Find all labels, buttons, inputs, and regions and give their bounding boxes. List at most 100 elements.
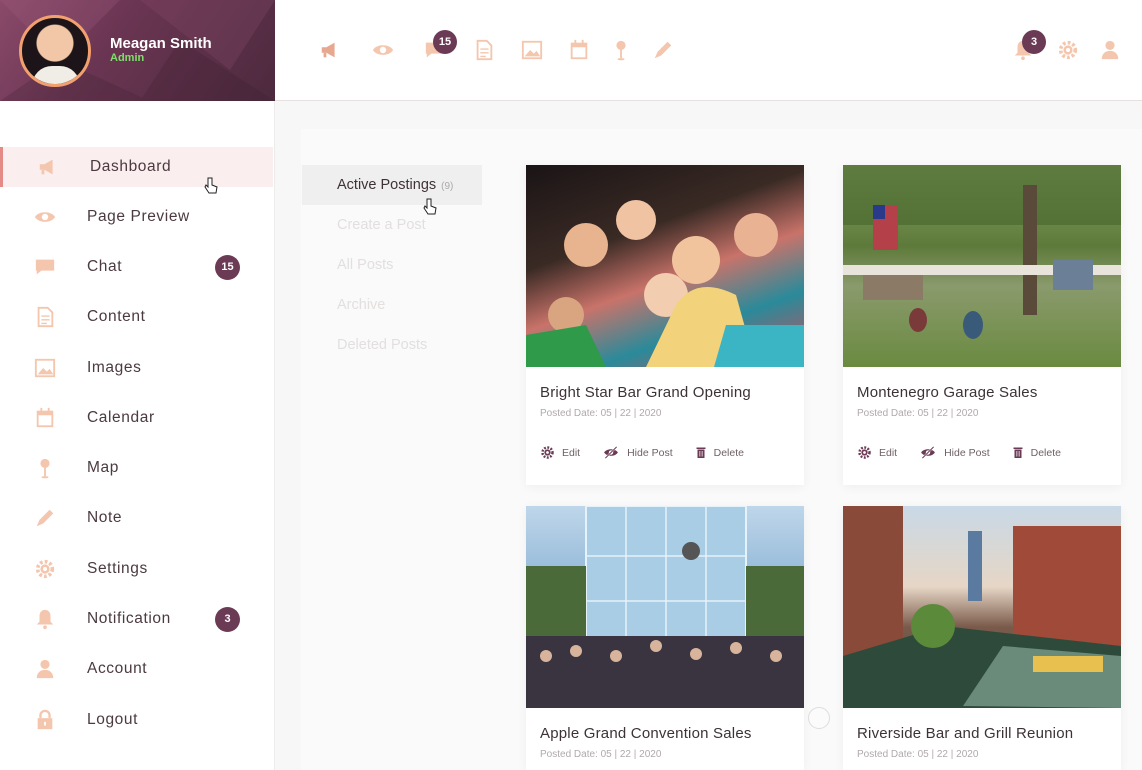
post-image[interactable] [526, 506, 804, 708]
sidebar-item-label: Logout [87, 711, 139, 728]
subnav-count: (9) [441, 180, 454, 192]
sidebar-item-label: Content [87, 308, 146, 325]
calendar-icon[interactable] [567, 38, 591, 62]
profile-role: Admin [110, 52, 145, 64]
map-pin-icon [34, 457, 56, 479]
subnav-label: All Posts [337, 257, 394, 273]
subnav-label: Archive [337, 297, 386, 313]
eye-icon [34, 206, 56, 228]
post-card: Apple Grand Convention Sales Posted Date… [526, 506, 804, 770]
sidebar-item-label: Note [87, 509, 123, 526]
document-icon[interactable] [472, 38, 496, 62]
post-title[interactable]: Montenegro Garage Sales [857, 384, 1038, 401]
subnav-all-posts[interactable]: All Posts [302, 245, 482, 285]
hand-cursor-icon [423, 198, 437, 215]
profile-name: Meagan Smith [110, 35, 212, 52]
post-date: Posted Date: 05 | 22 | 2020 [540, 749, 662, 760]
image-icon [34, 357, 56, 379]
sidebar-item-content[interactable]: Content [0, 297, 273, 337]
edit-label: Edit [879, 446, 898, 459]
map-pin-icon[interactable] [609, 38, 633, 62]
post-image[interactable] [526, 165, 804, 367]
sidebar-item-map[interactable]: Map [0, 448, 273, 488]
sidebar-item-notification[interactable]: Notification 3 [0, 599, 273, 639]
sidebar-item-label: Map [87, 459, 119, 476]
hand-cursor-icon [204, 177, 218, 194]
post-date: Posted Date: 05 | 22 | 2020 [857, 408, 979, 419]
eye-icon[interactable] [371, 38, 395, 62]
riverside-photo [843, 506, 1121, 708]
sidebar-item-logout[interactable]: Logout [0, 700, 273, 740]
post-card: Riverside Bar and Grill Reunion Posted D… [843, 506, 1121, 770]
delete-button[interactable]: Delete [1012, 445, 1061, 460]
trash-icon [696, 447, 706, 458]
hide-post-label: Hide Post [944, 446, 990, 459]
gear-icon[interactable] [1056, 38, 1080, 62]
subnav-active-postings[interactable]: Active Postings (9) [302, 165, 482, 205]
image-icon[interactable] [520, 38, 544, 62]
sidebar-item-chat[interactable]: Chat 15 [0, 247, 273, 287]
edit-button[interactable]: Edit [857, 445, 897, 460]
sidebar-item-note[interactable]: Note [0, 498, 273, 538]
subnav-deleted-posts[interactable]: Deleted Posts [302, 325, 482, 365]
bell-icon [34, 608, 56, 630]
document-icon [34, 306, 56, 328]
pencil-icon [34, 507, 56, 529]
hide-post-button[interactable]: Hide Post [602, 445, 673, 460]
user-icon[interactable] [1098, 38, 1122, 62]
post-image[interactable] [843, 506, 1121, 708]
gear-icon [858, 446, 871, 459]
subnav-create-post[interactable]: Create a Post [302, 205, 482, 245]
megaphone-icon[interactable] [318, 38, 342, 62]
user-icon [34, 658, 56, 680]
garage-sale-photo [843, 165, 1121, 339]
notification-badge: 3 [215, 606, 240, 632]
sidebar-item-label: Calendar [87, 409, 155, 426]
megaphone-icon [37, 156, 59, 178]
avatar[interactable] [19, 15, 91, 87]
post-actions: Edit Hide Post Delete [857, 445, 1083, 460]
post-title[interactable]: Bright Star Bar Grand Opening [540, 384, 751, 401]
pencil-icon[interactable] [651, 38, 675, 62]
chat-icon [34, 256, 56, 278]
sidebar-item-dashboard[interactable]: Dashboard [0, 147, 273, 187]
loading-indicator [808, 707, 830, 729]
subnav-label: Create a Post [337, 217, 426, 233]
sidebar-item-calendar[interactable]: Calendar [0, 398, 273, 438]
sidebar-item-page-preview[interactable]: Page Preview [0, 197, 273, 237]
edit-label: Edit [562, 446, 581, 459]
trash-icon [1013, 447, 1023, 458]
notification-badge: 3 [1022, 30, 1046, 54]
chat-badge: 15 [433, 30, 457, 54]
post-title[interactable]: Apple Grand Convention Sales [540, 725, 752, 742]
sidebar: Dashboard Page Preview Chat 15 Content I… [0, 101, 275, 770]
apple-store-photo [526, 506, 804, 708]
sidebar-item-label: Images [87, 359, 142, 376]
sidebar-item-label: Settings [87, 560, 148, 577]
calendar-icon [34, 407, 56, 429]
post-date: Posted Date: 05 | 22 | 2020 [540, 408, 662, 419]
sidebar-item-settings[interactable]: Settings [0, 549, 273, 589]
lock-icon [34, 709, 56, 731]
profile-header: Meagan Smith Admin [0, 0, 275, 101]
post-actions: Edit Hide Post Delete [540, 445, 766, 460]
post-title[interactable]: Riverside Bar and Grill Reunion [857, 725, 1073, 742]
subnav-label: Active Postings [337, 177, 437, 193]
chat-badge: 15 [215, 254, 240, 280]
edit-button[interactable]: Edit [540, 445, 580, 460]
post-date: Posted Date: 05 | 22 | 2020 [857, 749, 979, 760]
delete-label: Delete [1030, 446, 1061, 459]
subnav-label: Deleted Posts [337, 337, 428, 353]
sidebar-item-account[interactable]: Account [0, 649, 273, 689]
sidebar-item-label: Notification [87, 610, 171, 627]
delete-label: Delete [713, 446, 744, 459]
party-photo [526, 200, 804, 367]
post-image[interactable] [843, 165, 1121, 367]
sidebar-item-images[interactable]: Images [0, 348, 273, 388]
hide-post-button[interactable]: Hide Post [919, 445, 990, 460]
sidebar-item-label: Chat [87, 258, 123, 275]
hide-post-label: Hide Post [627, 446, 673, 459]
sidebar-item-label: Page Preview [87, 208, 190, 225]
delete-button[interactable]: Delete [695, 445, 744, 460]
subnav-archive[interactable]: Archive [302, 285, 482, 325]
